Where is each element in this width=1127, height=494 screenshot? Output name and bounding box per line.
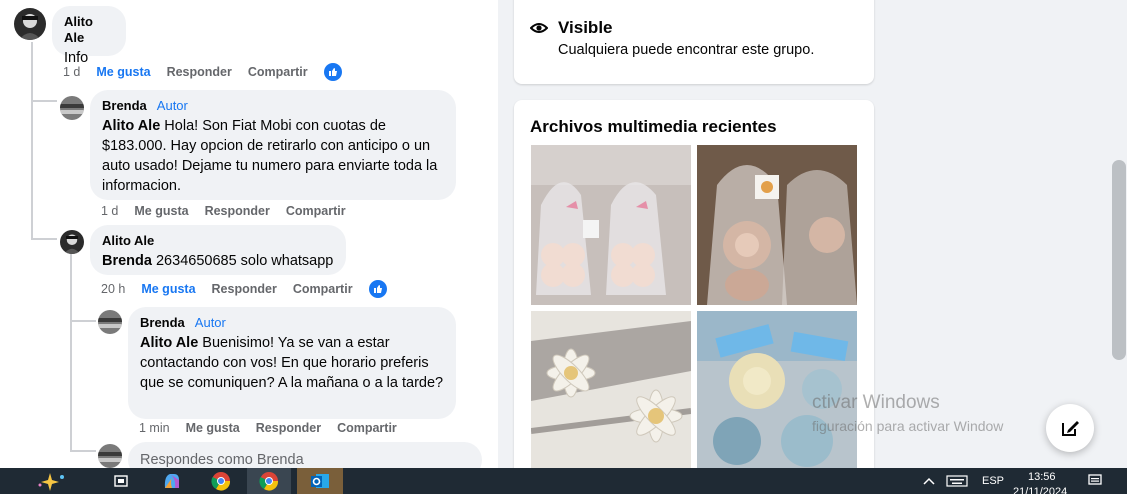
thread-line: [70, 320, 96, 322]
reply-button[interactable]: Responder: [205, 204, 270, 218]
media-thumbnail[interactable]: [531, 311, 691, 471]
column-gutter: [498, 0, 514, 468]
reply-button[interactable]: Responder: [256, 421, 321, 435]
copilot-sparkle-icon[interactable]: [28, 468, 78, 494]
like-button[interactable]: Me gusta: [141, 282, 195, 296]
comment-time[interactable]: 20 h: [101, 282, 125, 296]
language-indicator[interactable]: ESP: [982, 475, 1004, 487]
visibility-description: Cualquiera puede encontrar este grupo.: [558, 42, 815, 58]
comment-bubble: Brenda Autor Alito Ale Buenisimo! Ya se v…: [128, 307, 456, 419]
clock-date[interactable]: 21/11/2024: [1013, 486, 1067, 494]
share-button[interactable]: Compartir: [286, 204, 346, 218]
like-reaction-icon[interactable]: [368, 280, 387, 298]
chrome-icon[interactable]: [203, 468, 239, 494]
chevron-up-icon[interactable]: [920, 468, 938, 494]
avatar-brenda[interactable]: [98, 444, 122, 468]
avatar-alito-ale[interactable]: [14, 8, 46, 40]
group-visibility-card: Visible Cualquiera puede encontrar este …: [514, 0, 874, 84]
thread-line: [70, 450, 96, 452]
avatar-alito-ale[interactable]: [60, 230, 84, 254]
author-badge: Autor: [194, 315, 226, 330]
comment-actions: 1 d Me gusta Responder Compartir: [101, 204, 346, 218]
reply-input[interactable]: Respondes como Brenda: [128, 442, 482, 468]
comment-author[interactable]: Alito Ale: [102, 233, 154, 249]
comment-time[interactable]: 1 d: [101, 204, 118, 218]
avatar-brenda[interactable]: [98, 310, 122, 334]
task-view-icon[interactable]: [108, 468, 134, 494]
comment-bubble: Alito Ale Brenda 2634650685 solo whatsap…: [90, 225, 346, 275]
compose-icon: [1062, 421, 1079, 436]
comment-actions: 1 d Me gusta Responder Compartir: [63, 63, 342, 81]
comment-time[interactable]: 1 d: [63, 65, 80, 79]
author-badge: Autor: [156, 98, 188, 113]
mention-link[interactable]: Alito Ale: [102, 118, 160, 134]
activation-watermark: ctivar Windows figuración para activar W…: [812, 392, 1003, 434]
comment-author[interactable]: Brenda: [140, 315, 185, 331]
thread-line: [31, 100, 57, 102]
media-title: Archivos multimedia recientes: [530, 117, 777, 136]
comment-author[interactable]: Alito Ale: [64, 14, 114, 46]
like-button[interactable]: Me gusta: [96, 65, 150, 79]
reply-placeholder: Respondes como Brenda: [140, 452, 304, 468]
share-button[interactable]: Compartir: [248, 65, 308, 79]
copilot-app-icon[interactable]: [155, 468, 189, 494]
thread-line: [31, 238, 57, 240]
reply-button[interactable]: Responder: [167, 65, 232, 79]
comment-actions: 1 min Me gusta Responder Compartir: [139, 421, 397, 435]
like-button[interactable]: Me gusta: [134, 204, 188, 218]
like-button[interactable]: Me gusta: [186, 421, 240, 435]
visibility-title: Visible: [558, 18, 613, 37]
mention-link[interactable]: Alito Ale: [140, 335, 198, 351]
comment-bubble: Brenda Autor Alito Ale Hola! Son Fiat Mob…: [90, 90, 456, 200]
media-thumbnail[interactable]: [697, 145, 857, 305]
thread-line: [31, 42, 33, 238]
comment-bubble: Alito Ale Info: [52, 6, 126, 66]
comments-feed: Alito Ale Info 1 d Me gusta Responder Co…: [0, 0, 498, 468]
watermark-title: ctivar Windows: [812, 392, 940, 413]
share-button[interactable]: Compartir: [293, 282, 353, 296]
share-button[interactable]: Compartir: [337, 421, 397, 435]
outlook-icon[interactable]: [297, 468, 343, 494]
comment-text: 2634650685 solo whatsapp: [151, 253, 334, 269]
media-thumbnail[interactable]: [531, 145, 691, 305]
thread-line: [70, 254, 72, 450]
comment-time[interactable]: 1 min: [139, 421, 170, 435]
new-message-button[interactable]: [1046, 404, 1094, 452]
windows-taskbar: ESP 13:56 21/11/2024: [0, 468, 1127, 494]
comment-actions: 20 h Me gusta Responder Compartir: [101, 280, 387, 298]
avatar-brenda[interactable]: [60, 96, 84, 120]
keyboard-icon[interactable]: [944, 468, 970, 494]
notifications-icon[interactable]: [1084, 468, 1106, 494]
eye-icon: [530, 23, 548, 33]
like-reaction-icon[interactable]: [323, 63, 342, 81]
scrollbar-thumb[interactable]: [1112, 160, 1126, 360]
reply-button[interactable]: Responder: [212, 282, 277, 296]
chrome-active-window-icon[interactable]: [247, 468, 291, 494]
watermark-subtitle: figuración para activar Window: [812, 418, 1004, 434]
mention-link[interactable]: Brenda: [102, 253, 152, 269]
media-thumbnail[interactable]: [697, 311, 857, 471]
clock-time[interactable]: 13:56: [1028, 471, 1056, 483]
comment-author[interactable]: Brenda: [102, 98, 147, 114]
